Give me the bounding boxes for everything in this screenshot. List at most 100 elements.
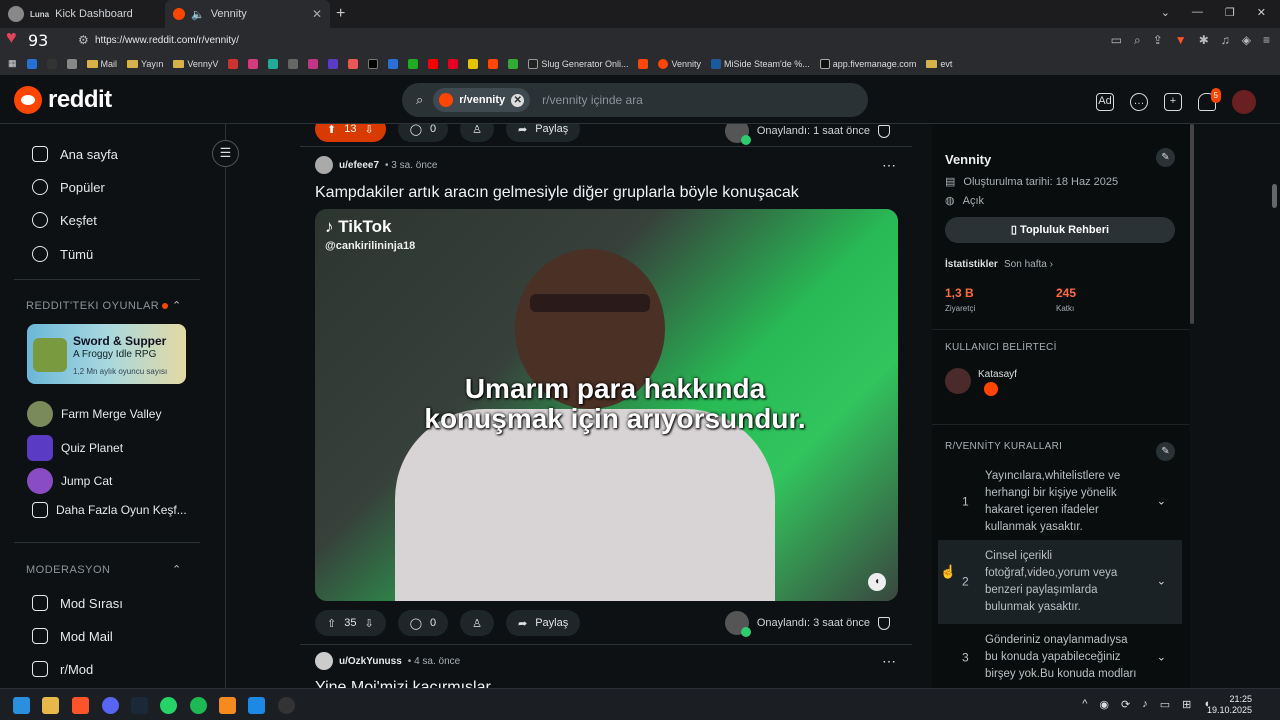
games-section-heading[interactable]: REDDIT'TEKI OYUNLAR ⌃ <box>26 300 181 312</box>
reddit-logo[interactable]: reddit <box>14 86 112 114</box>
share-icon[interactable]: ⇪ <box>1153 33 1163 48</box>
instagram-icon[interactable] <box>308 58 319 69</box>
tab-search-icon[interactable]: ⌄ <box>1161 6 1170 19</box>
video-player[interactable]: ♪ TikTok @cankirilininja18 Umarım para h… <box>315 209 898 601</box>
bookmark-icon[interactable] <box>488 58 499 69</box>
user-avatar[interactable] <box>315 652 333 670</box>
bookmark-vennity[interactable]: Vennity <box>658 58 701 69</box>
bookmark-fivemanage[interactable]: app.fivemanage.com <box>819 58 916 69</box>
sidebar-item-mod-mail[interactable]: Mod Mail <box>32 628 113 644</box>
app-icon[interactable] <box>219 697 236 714</box>
game-item[interactable]: Farm Merge Valley <box>27 401 161 427</box>
chevron-up-icon[interactable]: ⌃ <box>172 563 182 576</box>
whatsapp-icon[interactable] <box>160 697 177 714</box>
rule-item[interactable]: 1 Yayıncılara,whitelistlere ve herhangi b… <box>938 460 1182 544</box>
scrollbar-thumb[interactable] <box>1272 184 1277 208</box>
chevron-down-icon[interactable]: ⌄ <box>1157 649 1166 666</box>
post-author[interactable]: u/OzkYunuss <box>339 656 402 667</box>
community-guide-button[interactable]: ▯ Topluluk Rehberi <box>945 217 1175 243</box>
brave-shield-icon[interactable]: ▼ <box>1175 33 1187 48</box>
spotify-icon[interactable] <box>190 697 207 714</box>
x-icon[interactable] <box>368 58 379 69</box>
brave-browser-icon[interactable] <box>72 697 89 714</box>
more-options-icon[interactable]: ⋯ <box>882 653 896 670</box>
network-icon[interactable]: ⊞ <box>1182 698 1191 711</box>
mod-shield-icon[interactable] <box>878 616 890 630</box>
edit-pencil-icon[interactable]: ✎ <box>1156 442 1175 461</box>
game-item[interactable]: Quiz Planet <box>27 435 123 461</box>
search-input[interactable]: r/vennity içinde ara <box>542 93 643 107</box>
site-settings-icon[interactable]: ⚙ <box>78 33 89 47</box>
microphone-icon[interactable]: ♪ <box>1142 698 1148 711</box>
moderation-section-heading[interactable]: MODERASYON ⌃ <box>26 564 181 576</box>
apps-icon[interactable]: ▦ <box>8 58 17 69</box>
youtube-icon[interactable] <box>428 58 439 69</box>
bookmark-icon[interactable] <box>228 58 239 69</box>
bookmark-icon[interactable] <box>328 58 339 69</box>
chevron-down-icon[interactable]: ⌄ <box>1157 494 1166 511</box>
file-explorer-icon[interactable] <box>42 697 59 714</box>
bookmark-miside[interactable]: MiSide Steam'de %... <box>711 58 810 69</box>
bookmark-icon[interactable] <box>66 58 77 69</box>
reddit-icon[interactable] <box>638 58 649 69</box>
windows-start-icon[interactable] <box>13 697 30 714</box>
bookmark-mail[interactable]: Mail <box>86 59 117 69</box>
game-item[interactable]: Daha Fazla Oyun Keşf... <box>32 502 187 518</box>
downvote-icon[interactable]: ⇩ <box>364 617 373 630</box>
display-icon[interactable]: ▭ <box>1160 698 1170 711</box>
app-icon[interactable] <box>248 697 265 714</box>
comments-button[interactable]: ◯ 0 <box>397 124 449 142</box>
upvote-icon[interactable]: ⇧ <box>327 617 336 630</box>
more-options-icon[interactable]: ⋯ <box>882 157 896 174</box>
bookmark-vennyv[interactable]: VennyV <box>173 59 218 69</box>
vpn-icon[interactable]: ◈ <box>1242 33 1251 48</box>
new-tab-button[interactable]: + <box>336 5 345 23</box>
vote-control[interactable]: ⬆ 13 ⇩ <box>315 124 386 142</box>
bookmark-icon[interactable] <box>348 58 359 69</box>
collapse-sidebar-button[interactable]: ☰ <box>212 140 239 167</box>
sidebar-item-popular[interactable]: Popüler <box>32 179 105 195</box>
tab-vennity[interactable]: 🔈 Vennity ✕ <box>165 0 330 28</box>
speaker-icon[interactable]: 🔈 <box>191 8 205 21</box>
sidebar-item-rmod[interactable]: r/Mod <box>32 661 93 677</box>
post-title[interactable]: Yine Moi'mizi kaçırmışlar <box>315 679 491 688</box>
pinterest-icon[interactable] <box>448 58 459 69</box>
tray-overflow-icon[interactable]: ^ <box>1082 698 1087 711</box>
sidebar-item-home[interactable]: Ana sayfa <box>32 146 118 162</box>
sidebar-item-explore[interactable]: Keşfet <box>32 212 97 228</box>
sidebar-item-all[interactable]: Tümü <box>32 246 93 262</box>
mod-shield-icon[interactable] <box>878 124 890 138</box>
share-button[interactable]: ➦ Paylaş <box>506 124 581 142</box>
share-button[interactable]: ➦ Paylaş <box>506 610 581 636</box>
bookmark-icon[interactable] <box>388 58 399 69</box>
post-author[interactable]: u/efeee7 <box>339 160 379 171</box>
music-icon[interactable]: ♫ <box>1221 33 1230 48</box>
maximize-button[interactable]: ❐ <box>1225 6 1235 19</box>
discord-tray-icon[interactable]: ◉ <box>1099 698 1109 711</box>
bookmark-icon[interactable] <box>268 58 279 69</box>
chat-icon[interactable]: … <box>1130 93 1148 111</box>
clock[interactable]: 21:25 19.10.2025 <box>1207 694 1252 716</box>
sync-icon[interactable]: ⟳ <box>1121 698 1130 711</box>
bookmark-icon[interactable] <box>288 58 299 69</box>
bookmark-icon[interactable] <box>468 58 479 69</box>
search-bar[interactable]: ⌕ r/vennity ✕ r/vennity içinde ara <box>402 83 868 117</box>
chevron-up-icon[interactable]: ⌃ <box>172 299 182 312</box>
game-item[interactable]: Jump Cat <box>27 468 112 494</box>
chevron-down-icon[interactable]: ⌄ <box>1157 574 1166 591</box>
bookmark-yayin[interactable]: Yayın <box>127 59 163 69</box>
bookmark-icon[interactable] <box>26 58 37 69</box>
bookmark-evt[interactable]: evt <box>926 59 952 69</box>
bookmark-icon[interactable] <box>508 58 519 69</box>
user-avatar[interactable] <box>1232 90 1256 114</box>
create-post-icon[interactable]: + <box>1164 93 1182 111</box>
vote-control[interactable]: ⇧ 35 ⇩ <box>315 610 386 636</box>
post-title[interactable]: Kampdakiler artık aracın gelmesiyle diğe… <box>315 184 799 202</box>
upvote-icon[interactable]: ⬆ <box>327 124 336 136</box>
cast-icon[interactable]: ▭ <box>1111 33 1122 48</box>
page-scrollbar[interactable] <box>1269 124 1280 688</box>
edit-pencil-icon[interactable]: ✎ <box>1156 148 1175 167</box>
url-field[interactable]: https://www.reddit.com/r/vennity/ <box>95 35 239 46</box>
mute-toggle-icon[interactable]: ◖ <box>868 573 886 591</box>
bookmark-icon[interactable] <box>248 58 259 69</box>
